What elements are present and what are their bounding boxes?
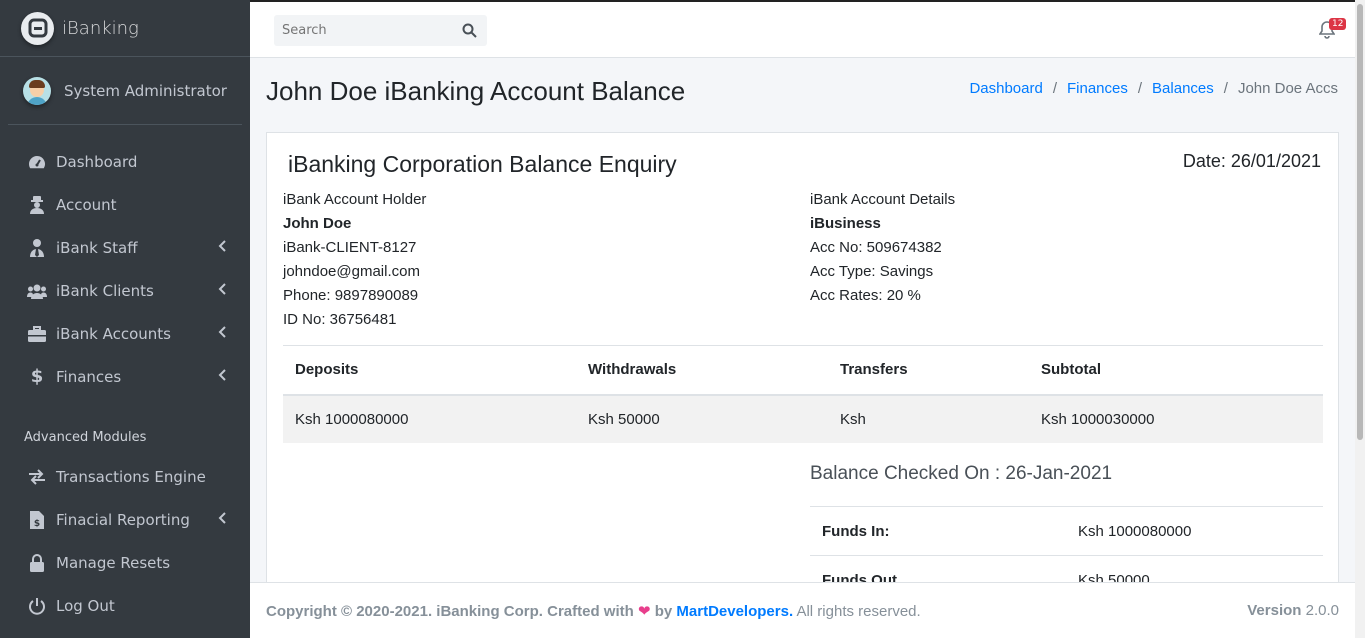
account-number: Acc No: 509674382 [810, 239, 942, 256]
table-header-row: Deposits Withdrawals Transfers Subtotal [283, 345, 1323, 396]
brand-link[interactable]: iBanking [0, 0, 250, 57]
balance-checked-on: Balance Checked On : 26-Jan-2021 [810, 463, 1113, 484]
breadcrumb-finances[interactable]: Finances [1067, 80, 1128, 97]
sidebar-nav-advanced: Transactions Engine $ Finacial Reporting… [0, 455, 250, 627]
lock-icon [27, 553, 47, 573]
account-holder-block: iBank Account Holder John Doe iBank-CLIE… [283, 188, 426, 332]
author-link[interactable]: MartDevelopers. [676, 603, 793, 620]
column-header: Withdrawals [576, 345, 828, 396]
account-details-block: iBank Account Details iBusiness Acc No: … [810, 188, 955, 308]
breadcrumb-balances[interactable]: Balances [1152, 80, 1214, 97]
sidebar-item-transactions-engine[interactable]: Transactions Engine [0, 455, 250, 498]
holder-email: johndoe@gmail.com [283, 263, 420, 280]
dollar-icon: $ [30, 366, 44, 387]
search-box [274, 15, 487, 46]
summary-label: Funds In: [810, 506, 1066, 556]
file-invoice-dollar-icon: $ [27, 510, 47, 530]
column-header: Deposits [283, 345, 576, 396]
chevron-left-icon [218, 369, 226, 385]
table-row: Ksh 1000080000 Ksh 50000 Ksh Ksh 1000030… [283, 394, 1323, 443]
page-title: John Doe iBanking Account Balance [266, 76, 686, 106]
breadcrumb-dashboard[interactable]: Dashboard [969, 80, 1042, 97]
user-panel[interactable]: System Administrator [8, 57, 242, 125]
heart-icon: ❤ [637, 602, 651, 620]
transactions-table: Deposits Withdrawals Transfers Subtotal … [283, 345, 1323, 443]
avatar [23, 76, 51, 105]
holder-id-no: ID No: 36756481 [283, 311, 397, 328]
subtotal-cell: Ksh 1000030000 [1029, 394, 1323, 443]
account-type-name: iBusiness [810, 215, 881, 232]
holder-name: John Doe [283, 215, 352, 232]
sidebar-item-financial-reporting[interactable]: $ Finacial Reporting [0, 498, 250, 541]
sidebar-item-log-out[interactable]: Log Out [0, 584, 250, 627]
sidebar-item-manage-resets[interactable]: Manage Resets [0, 541, 250, 584]
holder-phone: Phone: 9897890089 [283, 287, 419, 304]
power-off-icon [27, 596, 47, 616]
sidebar-item-ibank-accounts[interactable]: iBank Accounts [0, 312, 250, 355]
breadcrumb: Dashboard / Finances / Balances / John D… [969, 80, 1338, 97]
column-header: Transfers [828, 345, 1029, 396]
bank-logo-icon [21, 11, 54, 45]
holder-heading: iBank Account Holder [283, 191, 427, 208]
sidebar-nav: Dashboard Account iBank Staff iBank Clie… [0, 125, 250, 398]
chevron-left-icon [218, 326, 226, 342]
invoice-date: Date: 26/01/2021 [1182, 151, 1321, 171]
sidebar: iBanking System Administrator Dashboard … [0, 0, 250, 638]
notifications-button[interactable]: 12 [1318, 18, 1347, 41]
column-header: Subtotal [1029, 345, 1323, 396]
svg-text:$: $ [34, 519, 40, 529]
scrollbar-thumb[interactable] [1357, 4, 1363, 440]
chevron-left-icon [218, 283, 226, 299]
users-icon [27, 281, 47, 301]
topbar: 12 [250, 0, 1365, 58]
search-input[interactable] [274, 16, 454, 45]
search-icon [462, 23, 477, 38]
footer-copyright: Copyright © 2020-2021. iBanking Corp. Cr… [266, 602, 921, 620]
footer-version: Version 2.0.0 [1247, 602, 1339, 619]
chevron-left-icon [218, 512, 226, 528]
tachometer-icon [27, 152, 47, 172]
transfers-cell: Ksh [828, 394, 1029, 443]
brand-name: iBanking [62, 17, 139, 39]
chevron-left-icon [218, 240, 226, 256]
withdrawals-cell: Ksh 50000 [576, 394, 828, 443]
holder-client-no: iBank-CLIENT-8127 [283, 239, 417, 256]
sidebar-item-finances[interactable]: $ Finances [0, 355, 250, 398]
notification-badge: 12 [1329, 18, 1347, 30]
briefcase-icon [27, 324, 47, 344]
table-row: Funds In: Ksh 1000080000 [810, 506, 1323, 556]
search-button[interactable] [454, 16, 484, 45]
invoice-title: iBanking Corporation Balance Enquiry [288, 151, 677, 177]
user-tie-icon [27, 238, 47, 258]
page-scrollbar[interactable] [1355, 0, 1365, 638]
breadcrumb-current: John Doe Accs [1237, 80, 1338, 97]
user-secret-icon [27, 195, 47, 215]
deposits-cell: Ksh 1000080000 [283, 394, 576, 443]
account-type: Acc Type: Savings [810, 263, 934, 280]
sidebar-item-dashboard[interactable]: Dashboard [0, 140, 250, 183]
sidebar-item-ibank-clients[interactable]: iBank Clients [0, 269, 250, 312]
user-name: System Administrator [64, 81, 227, 100]
exchange-icon [27, 467, 47, 487]
summary-value: Ksh 1000080000 [1066, 506, 1323, 556]
sidebar-item-ibank-staff[interactable]: iBank Staff [0, 226, 250, 269]
footer: Copyright © 2020-2021. iBanking Corp. Cr… [250, 582, 1355, 638]
balance-enquiry-card: iBanking Corporation Balance Enquiry Dat… [266, 132, 1339, 605]
sidebar-item-account[interactable]: Account [0, 183, 250, 226]
account-rates: Acc Rates: 20 % [810, 287, 921, 304]
account-heading: iBank Account Details [810, 191, 956, 208]
nav-header-advanced: Advanced Modules [24, 430, 147, 445]
